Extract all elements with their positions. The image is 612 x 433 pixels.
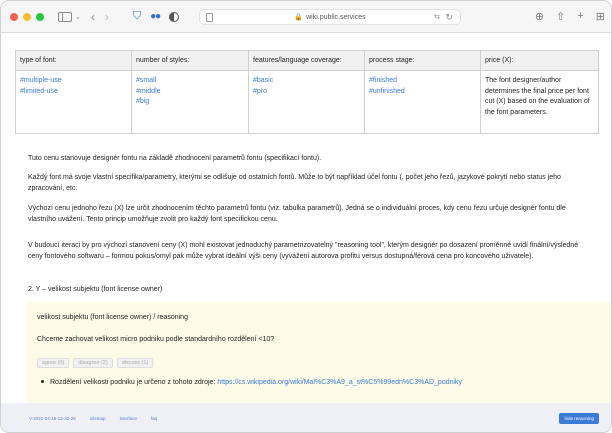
tag-link[interactable]: #middle bbox=[136, 87, 244, 98]
header-number-of-styles: number of styles: bbox=[131, 50, 249, 71]
disagree-button[interactable]: disagree (2) bbox=[73, 358, 113, 368]
tag-link[interactable]: #pro bbox=[253, 87, 360, 98]
zoom-window-button[interactable] bbox=[36, 12, 44, 21]
translate-icon[interactable]: ⇆ bbox=[434, 13, 440, 21]
header-features: features/language coverage: bbox=[248, 50, 365, 71]
back-icon[interactable]: ‹ bbox=[91, 10, 95, 24]
new-tab-icon[interactable]: + bbox=[577, 10, 583, 23]
agree-button[interactable]: agree (0) bbox=[37, 358, 70, 368]
paragraph: V budoucí iteraci by pro výchozí stanove… bbox=[28, 242, 579, 261]
minimize-window-button[interactable] bbox=[23, 12, 31, 21]
source-bullet: Rozdělení velikosti podniku je určeno z … bbox=[41, 379, 462, 386]
cell-price: The font designer/author determines the … bbox=[480, 70, 599, 134]
footer-link-sitemap[interactable]: sitemap bbox=[90, 416, 106, 421]
bullet-text: Rozdělení velikosti podniku je určeno z … bbox=[50, 379, 218, 386]
header-price: price (X): bbox=[480, 50, 599, 71]
reload-icon[interactable]: ↻ bbox=[445, 12, 453, 23]
sidebar-toggle-icon[interactable] bbox=[58, 11, 72, 22]
share-icon[interactable]: ⇧ bbox=[556, 10, 565, 23]
page-content: type of font: number of styles: features… bbox=[1, 34, 611, 432]
callout-question: Chceme zachovat velikost micro podniku p… bbox=[37, 336, 275, 343]
table-header-row: type of font: number of styles: features… bbox=[15, 50, 599, 71]
browser-toolbar: ⌄ ‹ › ⛉ ●● 🔒 wiki.public.services ⇆ ↻ ⊕ … bbox=[1, 1, 611, 33]
tab-overview-icon[interactable]: ⊞ bbox=[596, 10, 605, 23]
tag-link[interactable]: #small bbox=[136, 76, 244, 87]
chevron-down-icon[interactable]: ⌄ bbox=[75, 13, 81, 21]
tag-link[interactable]: #finished bbox=[369, 76, 476, 87]
page-icon bbox=[206, 13, 213, 22]
reasoning-callout: velikost subjektu (font license owner) /… bbox=[27, 302, 611, 403]
section-heading: 2. Y – velikost subjektu (font license o… bbox=[28, 286, 163, 293]
footer-link-interface[interactable]: interface bbox=[120, 416, 137, 421]
callout-title: velikost subjektu (font license owner) /… bbox=[37, 314, 188, 321]
forward-icon[interactable]: › bbox=[105, 10, 109, 24]
page-footer: V-2022-04-16-12-32-26 sitemap interface … bbox=[1, 403, 611, 432]
dark-mode-icon[interactable] bbox=[169, 11, 180, 22]
tag-link[interactable]: #limited-use bbox=[20, 87, 127, 98]
vote-buttons: agree (0) disagree (2) discuss (1) bbox=[37, 358, 154, 368]
browser-window: ⌄ ‹ › ⛉ ●● 🔒 wiki.public.services ⇆ ↻ ⊕ … bbox=[0, 0, 612, 433]
tag-link[interactable]: #basic bbox=[253, 76, 360, 87]
hide-reasoning-button[interactable]: hide reasoning bbox=[559, 413, 599, 424]
paragraph: Tuto cenu stanovuje designér fontu na zá… bbox=[28, 155, 322, 162]
tag-link[interactable]: #unfinished bbox=[369, 87, 476, 98]
header-type-of-font: type of font: bbox=[15, 50, 132, 71]
cell-features: #basic #pro bbox=[248, 70, 365, 134]
toolbar-right: ⊕ ⇧ + ⊞ bbox=[535, 10, 605, 23]
window-controls bbox=[10, 12, 44, 21]
paragraph: Každý font má svoje vlastní specifika/pa… bbox=[28, 174, 561, 193]
lock-icon: 🔒 bbox=[294, 14, 304, 21]
close-window-button[interactable] bbox=[10, 12, 18, 21]
cell-styles: #small #middle #big bbox=[131, 70, 249, 134]
tag-link[interactable]: #multiple-use bbox=[20, 76, 127, 87]
table-row: #multiple-use #limited-use #small #middl… bbox=[15, 70, 599, 134]
url-text[interactable]: wiki.public.services bbox=[306, 14, 366, 21]
header-process-stage: process stage: bbox=[364, 50, 481, 71]
footer-link-faq[interactable]: faq bbox=[151, 416, 157, 421]
version-text: V-2022-04-16-12-32-26 bbox=[29, 415, 76, 421]
discuss-button[interactable]: discuss (1) bbox=[116, 358, 154, 368]
paragraph: Výchozí cenu jednoho řezu (X) lze určit … bbox=[28, 205, 566, 224]
font-parameters-table: type of font: number of styles: features… bbox=[15, 50, 599, 134]
tag-link[interactable]: #big bbox=[136, 97, 244, 108]
source-link[interactable]: https://cs.wikipedia.org/wiki/Mal%C3%A9_… bbox=[217, 379, 462, 386]
shield-icon[interactable]: ⛉ bbox=[133, 10, 141, 23]
extension-dots-icon[interactable]: ●● bbox=[150, 11, 161, 22]
bullet-dot-icon bbox=[41, 379, 44, 383]
download-icon[interactable]: ⊕ bbox=[535, 10, 544, 23]
cell-font-types: #multiple-use #limited-use bbox=[15, 70, 132, 134]
cell-stage: #finished #unfinished bbox=[364, 70, 481, 134]
address-bar[interactable]: 🔒 wiki.public.services ⇆ ↻ bbox=[199, 9, 461, 25]
